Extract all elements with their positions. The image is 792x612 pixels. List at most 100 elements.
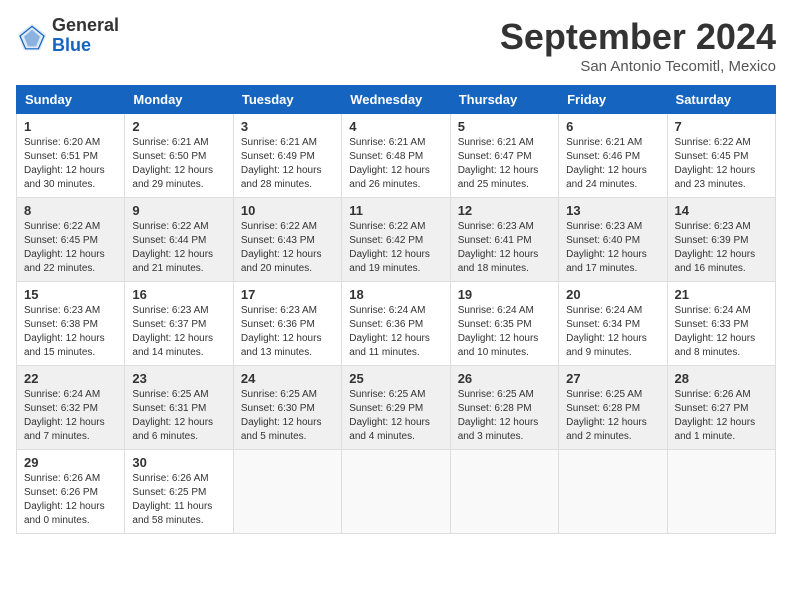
day-number: 1 (24, 119, 117, 134)
header-monday: Monday (125, 86, 233, 114)
calendar-header-row: SundayMondayTuesdayWednesdayThursdayFrid… (17, 86, 776, 114)
month-title: September 2024 (500, 16, 776, 58)
day-cell: 30 Sunrise: 6:26 AM Sunset: 6:25 PM Dayli… (125, 450, 233, 534)
logo-icon (16, 20, 48, 52)
day-cell: 6Sunrise: 6:21 AM Sunset: 6:46 PM Daylig… (559, 114, 667, 198)
week-row-4: 22Sunrise: 6:24 AM Sunset: 6:32 PM Dayli… (17, 366, 776, 450)
day-number: 17 (241, 287, 334, 302)
day-content: Sunrise: 6:22 AM Sunset: 6:45 PM Dayligh… (24, 220, 117, 276)
day-content: Sunrise: 6:23 AM Sunset: 6:41 PM Dayligh… (458, 220, 551, 276)
day-cell: 20 Sunrise: 6:24 AM Sunset: 6:34 PM Dayli… (559, 282, 667, 366)
location-title: San Antonio Tecomitl, Mexico (500, 58, 776, 75)
day-content: Sunrise: 6:26 AM Sunset: 6:26 PM Dayligh… (24, 472, 117, 528)
day-cell: 5 Sunrise: 6:21 AM Sunset: 6:47 PM Daylig… (450, 114, 558, 198)
day-cell: 15Sunrise: 6:23 AM Sunset: 6:38 PM Dayli… (17, 282, 125, 366)
header-wednesday: Wednesday (342, 86, 450, 114)
day-content: Sunrise: 6:24 AM Sunset: 6:35 PM Dayligh… (458, 304, 551, 360)
day-number: 2 (132, 119, 225, 134)
day-cell: 29Sunrise: 6:26 AM Sunset: 6:26 PM Dayli… (17, 450, 125, 534)
title-area: September 2024 San Antonio Tecomitl, Mex… (500, 16, 776, 75)
day-cell: 1 Sunrise: 6:20 AM Sunset: 6:51 PM Daylig… (17, 114, 125, 198)
header-sunday: Sunday (17, 86, 125, 114)
day-content: Sunrise: 6:23 AM Sunset: 6:37 PM Dayligh… (132, 304, 225, 360)
day-number: 26 (458, 371, 551, 386)
day-cell: 4 Sunrise: 6:21 AM Sunset: 6:48 PM Daylig… (342, 114, 450, 198)
day-number: 19 (458, 287, 551, 302)
day-number: 8 (24, 203, 117, 218)
day-number: 22 (24, 371, 117, 386)
day-content: Sunrise: 6:25 AM Sunset: 6:29 PM Dayligh… (349, 388, 442, 444)
day-content: Sunrise: 6:20 AM Sunset: 6:51 PM Dayligh… (24, 136, 117, 192)
day-content: Sunrise: 6:21 AM Sunset: 6:47 PM Dayligh… (458, 136, 551, 192)
day-content: Sunrise: 6:25 AM Sunset: 6:30 PM Dayligh… (241, 388, 334, 444)
day-content: Sunrise: 6:25 AM Sunset: 6:28 PM Dayligh… (566, 388, 659, 444)
day-cell: 11 Sunrise: 6:22 AM Sunset: 6:42 PM Dayli… (342, 198, 450, 282)
day-number: 30 (132, 455, 225, 470)
day-number: 28 (675, 371, 768, 386)
week-row-5: 29Sunrise: 6:26 AM Sunset: 6:26 PM Dayli… (17, 450, 776, 534)
day-content: Sunrise: 6:22 AM Sunset: 6:43 PM Dayligh… (241, 220, 334, 276)
day-cell: 24Sunrise: 6:25 AM Sunset: 6:30 PM Dayli… (233, 366, 341, 450)
day-content: Sunrise: 6:25 AM Sunset: 6:31 PM Dayligh… (132, 388, 225, 444)
day-number: 25 (349, 371, 442, 386)
day-number: 14 (675, 203, 768, 218)
logo-blue-text: Blue (52, 36, 119, 56)
day-number: 20 (566, 287, 659, 302)
day-content: Sunrise: 6:22 AM Sunset: 6:42 PM Dayligh… (349, 220, 442, 276)
day-number: 10 (241, 203, 334, 218)
day-content: Sunrise: 6:24 AM Sunset: 6:33 PM Dayligh… (675, 304, 768, 360)
day-content: Sunrise: 6:22 AM Sunset: 6:44 PM Dayligh… (132, 220, 225, 276)
day-number: 7 (675, 119, 768, 134)
day-cell: 13Sunrise: 6:23 AM Sunset: 6:40 PM Dayli… (559, 198, 667, 282)
day-content: Sunrise: 6:21 AM Sunset: 6:50 PM Dayligh… (132, 136, 225, 192)
day-content: Sunrise: 6:24 AM Sunset: 6:36 PM Dayligh… (349, 304, 442, 360)
day-cell (667, 450, 775, 534)
day-cell: 22Sunrise: 6:24 AM Sunset: 6:32 PM Dayli… (17, 366, 125, 450)
logo: General Blue (16, 16, 119, 56)
day-number: 4 (349, 119, 442, 134)
day-content: Sunrise: 6:21 AM Sunset: 6:49 PM Dayligh… (241, 136, 334, 192)
day-cell: 12 Sunrise: 6:23 AM Sunset: 6:41 PM Dayli… (450, 198, 558, 282)
day-cell (450, 450, 558, 534)
day-cell: 9 Sunrise: 6:22 AM Sunset: 6:44 PM Daylig… (125, 198, 233, 282)
day-cell: 26Sunrise: 6:25 AM Sunset: 6:28 PM Dayli… (450, 366, 558, 450)
day-cell: 19 Sunrise: 6:24 AM Sunset: 6:35 PM Dayli… (450, 282, 558, 366)
day-number: 27 (566, 371, 659, 386)
day-number: 11 (349, 203, 442, 218)
day-number: 16 (132, 287, 225, 302)
week-row-1: 1 Sunrise: 6:20 AM Sunset: 6:51 PM Daylig… (17, 114, 776, 198)
day-cell: 8 Sunrise: 6:22 AM Sunset: 6:45 PM Daylig… (17, 198, 125, 282)
day-content: Sunrise: 6:26 AM Sunset: 6:25 PM Dayligh… (132, 472, 225, 528)
day-cell (342, 450, 450, 534)
day-cell: 21Sunrise: 6:24 AM Sunset: 6:33 PM Dayli… (667, 282, 775, 366)
day-cell: 23 Sunrise: 6:25 AM Sunset: 6:31 PM Dayli… (125, 366, 233, 450)
header-friday: Friday (559, 86, 667, 114)
day-content: Sunrise: 6:21 AM Sunset: 6:48 PM Dayligh… (349, 136, 442, 192)
day-number: 6 (566, 119, 659, 134)
day-content: Sunrise: 6:24 AM Sunset: 6:34 PM Dayligh… (566, 304, 659, 360)
day-cell: 7 Sunrise: 6:22 AM Sunset: 6:45 PM Daylig… (667, 114, 775, 198)
day-number: 12 (458, 203, 551, 218)
day-cell: 3Sunrise: 6:21 AM Sunset: 6:49 PM Daylig… (233, 114, 341, 198)
day-number: 9 (132, 203, 225, 218)
logo-general-text: General (52, 16, 119, 36)
day-cell: 2 Sunrise: 6:21 AM Sunset: 6:50 PM Daylig… (125, 114, 233, 198)
day-number: 23 (132, 371, 225, 386)
calendar: SundayMondayTuesdayWednesdayThursdayFrid… (16, 85, 776, 534)
day-cell (233, 450, 341, 534)
day-content: Sunrise: 6:23 AM Sunset: 6:39 PM Dayligh… (675, 220, 768, 276)
week-row-2: 8 Sunrise: 6:22 AM Sunset: 6:45 PM Daylig… (17, 198, 776, 282)
day-cell: 16 Sunrise: 6:23 AM Sunset: 6:37 PM Dayli… (125, 282, 233, 366)
day-content: Sunrise: 6:23 AM Sunset: 6:40 PM Dayligh… (566, 220, 659, 276)
day-number: 18 (349, 287, 442, 302)
day-content: Sunrise: 6:26 AM Sunset: 6:27 PM Dayligh… (675, 388, 768, 444)
logo-text: General Blue (52, 16, 119, 56)
day-cell: 18 Sunrise: 6:24 AM Sunset: 6:36 PM Dayli… (342, 282, 450, 366)
day-cell: 25 Sunrise: 6:25 AM Sunset: 6:29 PM Dayli… (342, 366, 450, 450)
week-row-3: 15Sunrise: 6:23 AM Sunset: 6:38 PM Dayli… (17, 282, 776, 366)
day-content: Sunrise: 6:22 AM Sunset: 6:45 PM Dayligh… (675, 136, 768, 192)
day-cell: 28 Sunrise: 6:26 AM Sunset: 6:27 PM Dayli… (667, 366, 775, 450)
day-cell (559, 450, 667, 534)
day-content: Sunrise: 6:23 AM Sunset: 6:38 PM Dayligh… (24, 304, 117, 360)
day-number: 5 (458, 119, 551, 134)
